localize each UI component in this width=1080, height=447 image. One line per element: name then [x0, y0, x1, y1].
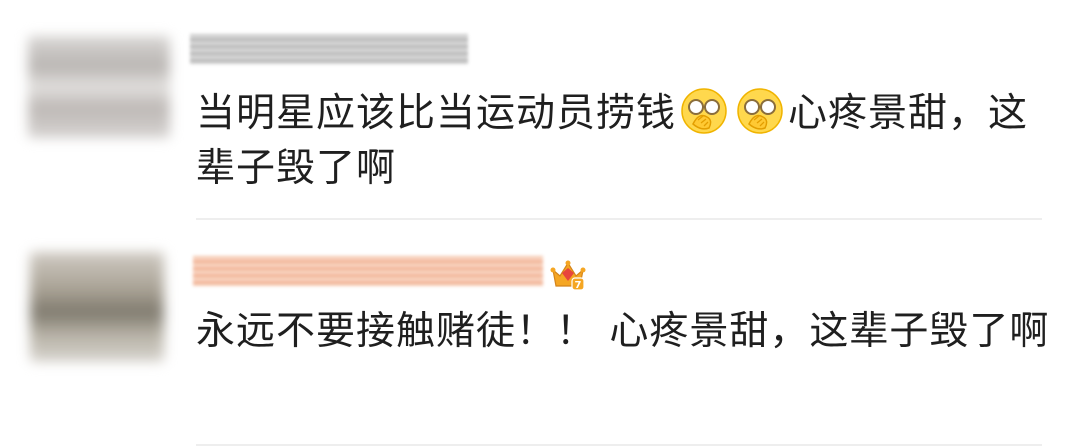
- divider: [196, 444, 1042, 446]
- comment-text-part1: 当明星应该比当运动员捞钱: [196, 91, 677, 136]
- username-blurred[interactable]: [190, 34, 468, 64]
- face-palm-emoji-icon: [737, 88, 783, 134]
- badge-level: 7: [575, 280, 582, 291]
- username-blurred[interactable]: [193, 256, 543, 286]
- avatar[interactable]: [30, 252, 164, 362]
- avatar[interactable]: [28, 36, 170, 138]
- comment-text: 永远不要接触赌徒！！ 心疼景甜，这辈子毁了啊: [196, 309, 1050, 354]
- divider: [196, 218, 1042, 220]
- crown-badge-icon[interactable]: 7: [550, 258, 586, 292]
- comment-text: 当明星应该比当运动员捞钱 心疼景甜，这辈子毁了啊: [196, 86, 1056, 196]
- face-palm-emoji-icon: [681, 88, 727, 134]
- comment-item[interactable]: 7 永远不要接触赌徒！！ 心疼景甜，这辈子毁了啊: [0, 222, 1080, 447]
- comment-item[interactable]: 当明星应该比当运动员捞钱 心疼景甜，这辈子毁了啊: [0, 0, 1080, 222]
